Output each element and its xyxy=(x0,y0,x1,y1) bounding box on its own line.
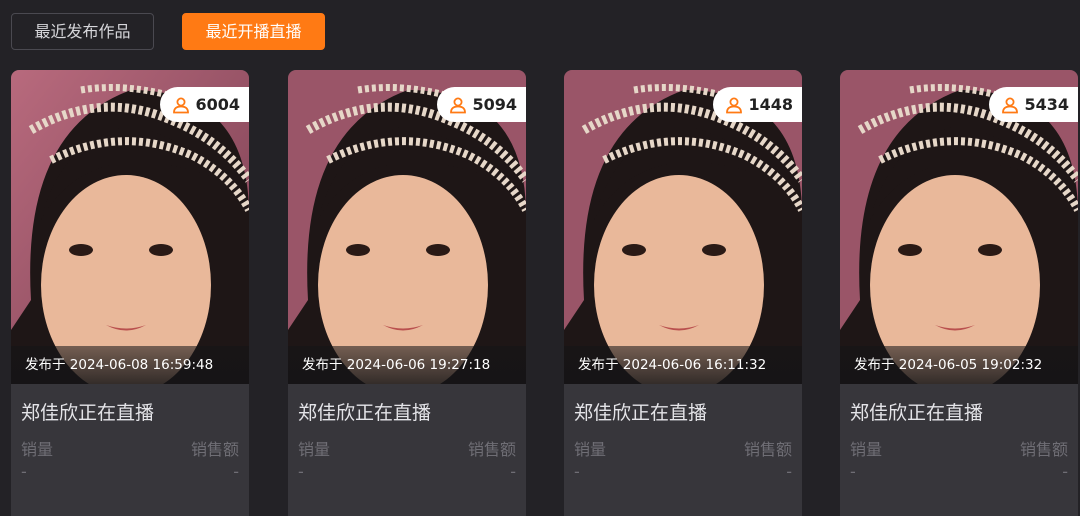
revenue-value: - xyxy=(786,462,792,481)
card-title[interactable]: 郑佳欣正在直播 xyxy=(850,398,983,425)
user-icon xyxy=(1002,97,1019,113)
tab-recent-live[interactable]: 最近开播直播 xyxy=(182,13,325,50)
sales-label: 销量 xyxy=(574,440,607,459)
sales-value: - xyxy=(298,462,304,481)
sales-label: 销量 xyxy=(850,440,883,459)
revenue-value: - xyxy=(233,462,239,481)
card-title[interactable]: 郑佳欣正在直播 xyxy=(574,398,707,425)
publish-time: 发布于 2024-06-05 19:02:32 xyxy=(840,346,1078,384)
revenue-value: - xyxy=(510,462,516,481)
live-card[interactable]: 5434 发布于 2024-06-05 19:02:32 郑佳欣正在直播 销量 … xyxy=(840,70,1078,516)
card-title[interactable]: 郑佳欣正在直播 xyxy=(298,398,431,425)
tab-recent-works[interactable]: 最近发布作品 xyxy=(11,13,154,50)
live-thumbnail[interactable]: 5094 发布于 2024-06-06 19:27:18 xyxy=(288,70,526,384)
revenue-label: 销售额 xyxy=(1019,440,1068,459)
card-title[interactable]: 郑佳欣正在直播 xyxy=(21,398,154,425)
live-thumbnail[interactable]: 1448 发布于 2024-06-06 16:11:32 xyxy=(564,70,802,384)
sales-value: - xyxy=(850,462,856,481)
revenue-value: - xyxy=(1062,462,1068,481)
sales-label: 销量 xyxy=(21,440,54,459)
viewer-count-badge: 5094 xyxy=(437,87,526,122)
viewer-count: 5094 xyxy=(472,95,517,114)
revenue-label: 销售额 xyxy=(190,440,239,459)
sales-value: - xyxy=(574,462,580,481)
viewer-count-badge: 5434 xyxy=(989,87,1078,122)
publish-time: 发布于 2024-06-06 19:27:18 xyxy=(288,346,526,384)
viewer-count: 6004 xyxy=(195,95,240,114)
user-icon xyxy=(450,97,467,113)
page: 最近发布作品 最近开播直播 6004 发布于 2024-06-08 16:59:… xyxy=(0,0,1080,516)
viewer-count-badge: 1448 xyxy=(713,87,802,122)
user-icon xyxy=(726,97,743,113)
live-card[interactable]: 6004 发布于 2024-06-08 16:59:48 郑佳欣正在直播 销量 … xyxy=(11,70,249,516)
viewer-count-badge: 6004 xyxy=(160,87,249,122)
publish-time: 发布于 2024-06-08 16:59:48 xyxy=(11,346,249,384)
viewer-count: 1448 xyxy=(748,95,793,114)
live-thumbnail[interactable]: 5434 发布于 2024-06-05 19:02:32 xyxy=(840,70,1078,384)
live-thumbnail[interactable]: 6004 发布于 2024-06-08 16:59:48 xyxy=(11,70,249,384)
publish-time: 发布于 2024-06-06 16:11:32 xyxy=(564,346,802,384)
live-card[interactable]: 1448 发布于 2024-06-06 16:11:32 郑佳欣正在直播 销量 … xyxy=(564,70,802,516)
sales-value: - xyxy=(21,462,27,481)
live-card[interactable]: 5094 发布于 2024-06-06 19:27:18 郑佳欣正在直播 销量 … xyxy=(288,70,526,516)
revenue-label: 销售额 xyxy=(467,440,516,459)
sales-label: 销量 xyxy=(298,440,331,459)
viewer-count: 5434 xyxy=(1024,95,1069,114)
user-icon xyxy=(173,97,190,113)
revenue-label: 销售额 xyxy=(743,440,792,459)
